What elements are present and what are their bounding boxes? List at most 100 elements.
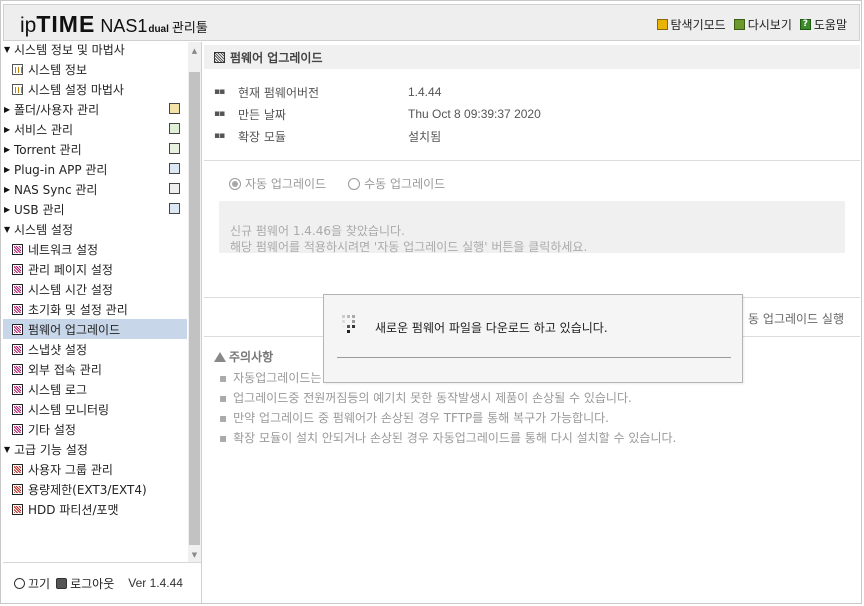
header-links: 탐색기모드 다시보기 ? 도움말	[656, 16, 847, 33]
bullet-icon: ▪▪	[214, 87, 225, 97]
message-line-1: 신규 펌웨어 1.4.46을 찾았습니다.	[230, 224, 405, 238]
logout-button[interactable]: 로그아웃	[56, 575, 114, 592]
power-off-button[interactable]: 끄기	[14, 575, 50, 592]
sidebar-group-label: 고급 기능 설정	[14, 442, 88, 457]
info-row-version: ▪▪ 현재 펌웨어버전 1.4.44	[214, 82, 854, 102]
sidebar-group-settings[interactable]: ▼ 시스템 설정	[3, 219, 187, 239]
note-item: ▪ 만약 업그레이드 중 펌웨어가 손상된 경우 TFTP를 통해 복구가 가능합…	[214, 408, 676, 428]
sidebar-item-log[interactable]: 시스템 로그	[3, 379, 187, 399]
refresh-link[interactable]: 다시보기	[733, 16, 792, 33]
menu-tree: ▼ 시스템 정보 및 마법사 시스템 정보 시스템 설정 마법사 ▶ 폴더/사용…	[3, 42, 187, 562]
settings-item-icon	[12, 283, 23, 295]
radio-unselected-icon	[348, 177, 361, 190]
scrollbar-thumb[interactable]	[189, 72, 200, 545]
help-icon: ?	[799, 19, 811, 30]
sidebar-item-snapshot[interactable]: 스냅샷 설정	[3, 339, 187, 359]
plugin-icon	[169, 163, 180, 174]
info-label: 만든 날짜	[238, 107, 286, 122]
scroll-up-icon[interactable]: ▲	[188, 44, 201, 58]
sidebar-item-usergroup[interactable]: 사용자 그룹 관리	[3, 459, 187, 479]
download-progress-dialog: 새로운 펌웨어 파일을 다운로드 하고 있습니다.	[323, 294, 743, 383]
sidebar-group-advanced[interactable]: ▼ 고급 기능 설정	[3, 439, 187, 459]
sidebar-item-adminpage[interactable]: 관리 페이지 설정	[3, 259, 187, 279]
sidebar-group-nassync[interactable]: ▶ NAS Sync 관리	[3, 179, 187, 199]
sidebar-item-label: 시스템 모니터링	[28, 402, 110, 417]
sidebar-group-sysinfo[interactable]: ▼ 시스템 정보 및 마법사	[3, 42, 187, 59]
sidebar-item-label: 시스템 로그	[28, 382, 88, 397]
chevron-right-icon: ▶	[4, 104, 11, 114]
sidebar-item-label: 용량제한(EXT3/EXT4)	[28, 482, 147, 497]
warning-icon	[214, 351, 226, 362]
logo-ip: ip	[20, 14, 37, 37]
message-line-2: 해당 펌웨어를 적용하시려면 '자동 업그레이드 실행' 버튼을 클릭하세요.	[230, 240, 588, 254]
firmware-icon	[214, 51, 225, 63]
chevron-down-icon: ▼	[4, 444, 11, 454]
logout-label: 로그아웃	[70, 576, 115, 591]
sidebar-item-hdd[interactable]: HDD 파티션/포맷	[3, 499, 187, 519]
sidebar-item-network[interactable]: 네트워크 설정	[3, 239, 187, 259]
sidebar-item-reset[interactable]: 초기화 및 설정 관리	[3, 299, 187, 319]
note-item: ▪ 업그레이드중 전원꺼짐등의 예기치 못한 동작발생시 제품이 손상될 수 있습…	[214, 388, 676, 408]
upgrade-mode-radios: 자동 업그레이드 수동 업그레이드	[229, 175, 445, 192]
logo-dual: dual	[148, 24, 169, 35]
settings-item-icon	[12, 323, 23, 335]
note-text: 만약 업그레이드 중 펌웨어가 손상된 경우 TFTP를 통해 복구가 가능합니…	[233, 411, 609, 425]
info-row-date: ▪▪ 만든 날짜 Thu Oct 8 09:39:37 2020	[214, 104, 854, 124]
new-firmware-message: 신규 펌웨어 1.4.46을 찾았습니다. 해당 펌웨어를 적용하시려면 '자동…	[219, 201, 845, 254]
advanced-item-icon	[12, 463, 23, 475]
auto-upgrade-label: 자동 업그레이드	[245, 177, 327, 191]
sidebar-group-plugin[interactable]: ▶ Plug-in APP 관리	[3, 159, 187, 179]
explorer-mode-link[interactable]: 탐색기모드	[656, 16, 726, 33]
sidebar: ▼ 시스템 정보 및 마법사 시스템 정보 시스템 설정 마법사 ▶ 폴더/사용…	[3, 42, 202, 603]
sidebar-group-label: 시스템 설정	[14, 222, 74, 237]
sidebar-item-label: HDD 파티션/포맷	[28, 502, 119, 517]
sidebar-item-label: 기타 설정	[28, 422, 76, 437]
sidebar-scrollbar[interactable]: ▲ ▼	[188, 42, 201, 562]
sidebar-item-sysinfo[interactable]: 시스템 정보	[3, 59, 187, 79]
settings-item-icon	[12, 263, 23, 275]
sidebar-group-label: Torrent 관리	[14, 142, 82, 157]
radio-selected-icon	[229, 177, 241, 190]
run-auto-upgrade-button[interactable]: 동 업그레이드 실행	[748, 310, 844, 327]
sidebar-item-label: 스냅샷 설정	[28, 342, 88, 357]
sidebar-group-usb[interactable]: ▶ USB 관리	[3, 199, 187, 219]
help-link[interactable]: ? 도움말	[799, 16, 847, 33]
sidebar-item-firmware[interactable]: 펌웨어 업그레이드	[3, 319, 187, 339]
sidebar-group-services[interactable]: ▶ 서비스 관리	[3, 119, 187, 139]
sidebar-item-quota[interactable]: 용량제한(EXT3/EXT4)	[3, 479, 187, 499]
sidebar-item-label: 시스템 시간 설정	[28, 282, 113, 297]
sidebar-group-label: NAS Sync 관리	[14, 182, 98, 197]
sidebar-group-folders[interactable]: ▶ 폴더/사용자 관리	[3, 99, 187, 119]
sidebar-item-wizard[interactable]: 시스템 설정 마법사	[3, 79, 187, 99]
settings-item-icon	[12, 403, 23, 415]
auto-upgrade-radio[interactable]: 자동 업그레이드	[229, 175, 326, 192]
iptime-logo: ip TIME NAS1 dual 관리툴	[20, 11, 208, 37]
sidebar-item-label: 사용자 그룹 관리	[28, 462, 113, 477]
chevron-right-icon: ▶	[4, 164, 11, 174]
sidebar-group-label: Plug-in APP 관리	[14, 162, 108, 177]
page-title-bar: 펌웨어 업그레이드	[204, 45, 860, 69]
progress-line	[337, 357, 731, 358]
chart-icon	[12, 63, 23, 75]
sidebar-group-label: 서비스 관리	[14, 122, 74, 137]
refresh-label: 다시보기	[747, 18, 792, 32]
usb-icon	[169, 203, 180, 214]
sidebar-item-etc[interactable]: 기타 설정	[3, 419, 187, 439]
scroll-down-icon[interactable]: ▼	[188, 548, 201, 562]
note-text: 자동업그레이드는	[233, 371, 322, 385]
sidebar-group-label: USB 관리	[14, 202, 65, 217]
chevron-down-icon: ▼	[4, 44, 11, 54]
sidebar-item-monitor[interactable]: 시스템 모니터링	[3, 399, 187, 419]
sidebar-item-remote[interactable]: 외부 접속 관리	[3, 359, 187, 379]
sidebar-item-time[interactable]: 시스템 시간 설정	[3, 279, 187, 299]
explorer-mode-label: 탐색기모드	[670, 18, 726, 32]
chevron-right-icon: ▶	[4, 184, 11, 194]
sidebar-item-label: 네트워크 설정	[28, 242, 99, 257]
refresh-icon	[733, 19, 745, 30]
manual-upgrade-radio[interactable]: 수동 업그레이드	[348, 175, 445, 192]
sidebar-group-torrent[interactable]: ▶ Torrent 관리	[3, 139, 187, 159]
sidebar-item-label: 시스템 설정 마법사	[28, 82, 124, 97]
download-message: 새로운 펌웨어 파일을 다운로드 하고 있습니다.	[375, 321, 608, 335]
services-icon	[169, 123, 180, 134]
sidebar-item-label: 시스템 정보	[28, 62, 88, 77]
